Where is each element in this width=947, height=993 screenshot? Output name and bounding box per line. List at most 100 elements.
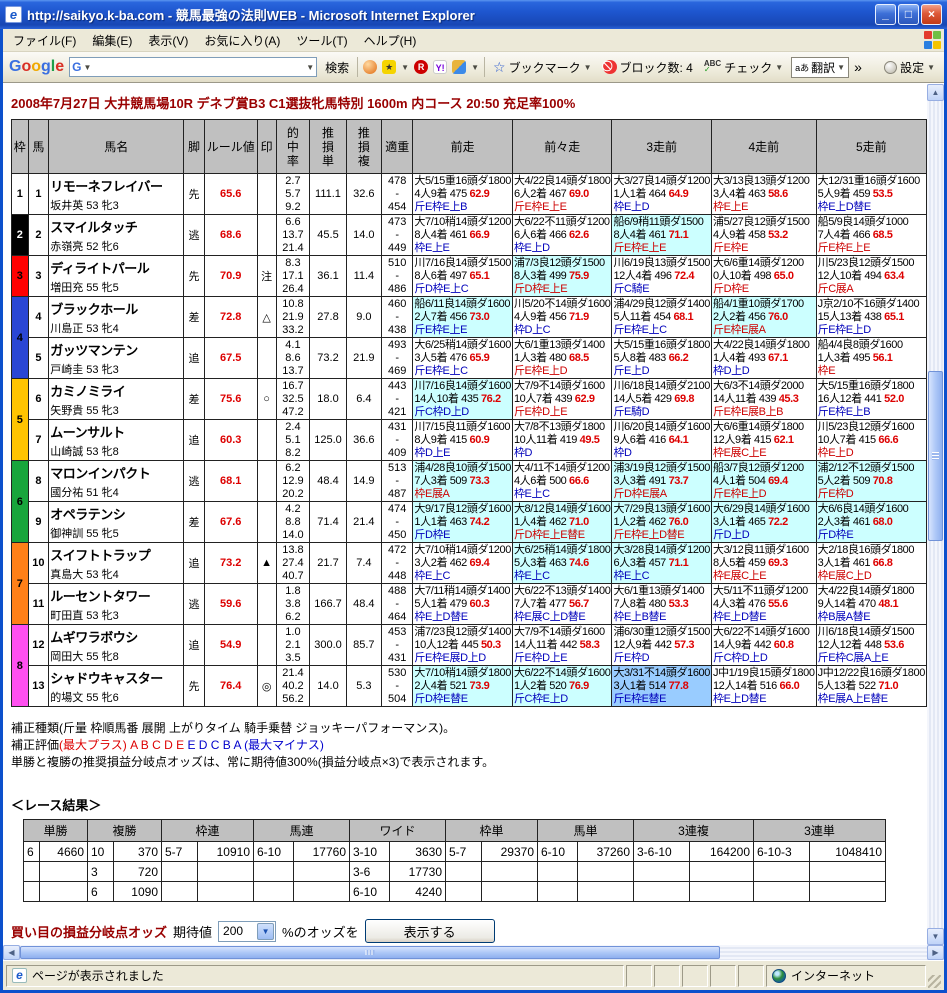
past-race-cell: 浦6/30重12頭ダ1500 12人9着 442 57.3 斤E枠D [611,624,712,666]
past-race-cell: 大3/12良11頭ダ1600 8人5着 459 69.3 枠E展C上E [710,542,817,584]
chevron-down-icon: ▼ [837,62,846,72]
show-button[interactable]: 表示する [364,919,495,943]
popup-blocker-button[interactable]: ⃠ ブロック数: 4 [600,57,696,78]
chevron-down-icon[interactable]: ▼ [471,63,479,72]
horse-number-cell: 5 [27,337,50,379]
horse-name-cell: カミノミライ 矢野貴 55 牝3 [48,378,185,420]
breakeven-win-cell: 18.0 [309,378,347,420]
breakeven-place-cell: 5.3 [345,665,382,707]
mark-cell: ▲ [256,542,277,584]
settings-button[interactable]: 設定 ▼ [881,57,938,78]
horse-row: 7 10 スイフトトラップ 真島大 53 牝4 追 73.2 ▲ 13.8 27.4 40.7 21… [11,542,927,625]
spellcheck-button[interactable]: ABC ✓ チェック ▼ [701,57,786,78]
search-input[interactable] [91,59,307,75]
breakeven-place-cell: 7.4 [345,542,382,584]
horse-number-cell: 2 [27,214,50,256]
vertical-scrollbar[interactable]: ▲ ▼ [927,84,944,945]
chevron-down-icon[interactable]: ▼ [257,922,275,940]
past-race-cell: 大3/28良14頭ダ1200 6人3着 457 71.1 枠E上C [611,542,712,584]
past-race-cell: 川7/16良14頭ダ1500 8人6着 497 65.1 斤D枠E上C [412,255,513,297]
star-icon: ☆ [493,58,506,75]
horse-number-cell: 8 [27,460,50,502]
scroll-up-arrow[interactable]: ▲ [927,84,944,101]
payout-selection: 3-6-10 [633,841,690,862]
block-icon: ⃠ [602,60,617,74]
title-bar[interactable]: e http://saikyo.k-ba.com - 競馬最強の法則WEB - … [0,0,947,29]
past-race-cell: 大6/29良14頭ダ1600 3人1着 465 72.2 斤D上D [710,501,817,543]
frame-number-cell: 1 [11,173,29,215]
payout-amount [197,861,254,882]
horizontal-scroll-thumb[interactable] [20,946,720,959]
minimize-button[interactable]: _ [875,4,896,25]
translate-button[interactable]: aあ 翻訳 ▼ [791,56,850,78]
running-style-cell: 先 [183,173,205,215]
chevron-down-icon[interactable]: ▼ [401,63,409,72]
horse-row: 5 6 カミノミライ 矢野貴 55 牝3 差 75.6 ○ 16.7 32.5 47.2 18.0 6… [11,378,927,461]
payout-selection [753,861,810,882]
hit-rate-cell: 6.6 13.7 21.4 [275,214,311,256]
maximize-button[interactable]: □ [898,4,919,25]
status-panel [682,964,708,987]
rakuten-icon[interactable]: R [414,60,429,74]
past-race-cell: 浦4/28良10頭ダ1500 7人3着 509 73.3 枠E展A [412,460,513,502]
payout-header-row: 単勝 複勝 枠連 馬連 ワイド 枠単 馬単 3連複 3連単 [23,819,886,842]
weight-range-cell: 460-438 [380,296,414,338]
menu-help[interactable]: ヘルプ(H) [356,29,425,52]
status-panel [710,964,736,987]
horse-number-cell: 13 [27,665,50,707]
payout-selection: 3 [87,861,114,882]
vertical-scroll-thumb[interactable] [928,371,943,541]
pagerank-icon[interactable]: ★ [382,60,397,74]
close-button[interactable]: × [921,4,942,25]
breakeven-win-cell: 21.7 [309,542,347,584]
menu-view[interactable]: 表示(V) [140,29,196,52]
past-race-cell: 船4/4良8頭ダ1600 1人3着 495 56.1 枠E [815,337,927,379]
chevron-down-icon: ▼ [927,62,935,72]
chevron-down-icon[interactable]: ▼ [306,63,314,72]
running-style-cell: 追 [183,419,205,461]
payout-selection [633,881,690,902]
yahoo-icon[interactable]: Y! [433,60,448,74]
chevron-down-icon[interactable]: ▼ [84,63,92,72]
horse-name-cell: マロンインパクト 國分祐 51 牝4 [48,460,185,502]
horizontal-scrollbar[interactable]: ◀ ▶ [3,945,944,960]
payout-amount: 164200 [689,841,754,862]
past-race-cell: 浦7/23良12頭ダ1400 10人12着 445 50.3 斤E枠E展D上D [412,624,513,666]
status-panel [654,964,680,987]
weight-range-cell: 510-486 [380,255,414,297]
horse-row: 13 シャドウキャスター 的場文 55 牝6 先 76.4 ◎ 21.4 40.2 56.2 14… [12,665,927,707]
menu-favorites[interactable]: お気に入り(A) [196,29,288,52]
mark-cell [256,337,277,379]
google-search-box[interactable]: G ▼ ▼ [69,57,318,77]
rule-value-cell: 65.6 [203,173,258,215]
mark-cell: △ [256,296,277,338]
plugin-icon[interactable] [452,60,467,74]
expected-value-select[interactable]: 200 ▼ [218,920,277,942]
menu-file[interactable]: ファイル(F) [5,29,84,52]
frame-number-cell: 4 [11,296,29,379]
search-button[interactable]: 検索 [322,57,352,78]
payout-selection [23,881,40,902]
scroll-down-arrow[interactable]: ▼ [927,928,944,945]
bookmark-button[interactable]: ☆ ブックマーク ▼ [490,57,595,78]
menu-edit[interactable]: 編集(E) [84,29,140,52]
scroll-right-arrow[interactable]: ▶ [927,945,944,960]
payout-row: 3 720 3-6 17730 [23,861,886,882]
column-header: 馬 [27,119,50,174]
status-message-panel: e ページが表示されました [6,964,624,987]
breakeven-win-cell: 300.0 [309,624,347,666]
weight-range-cell: 472-448 [380,542,414,584]
scroll-left-arrow[interactable]: ◀ [3,945,20,960]
news-icon[interactable] [363,60,378,74]
horse-number-cell: 9 [27,501,50,543]
resize-grip[interactable] [928,975,941,988]
vertical-scroll-track[interactable] [927,101,944,928]
more-tools-chevron[interactable]: » [854,59,862,75]
menu-tools[interactable]: ツール(T) [288,29,355,52]
column-header: 馬名 [48,119,185,174]
past-race-cell: 大4/22良14頭ダ1800 1人4着 493 67.1 枠D上D [710,337,817,379]
status-text: ページが表示されました [32,969,164,983]
horse-number-cell: 3 [27,255,50,297]
payout-selection: 3-6 [349,861,390,882]
running-style-cell: 先 [183,255,205,297]
